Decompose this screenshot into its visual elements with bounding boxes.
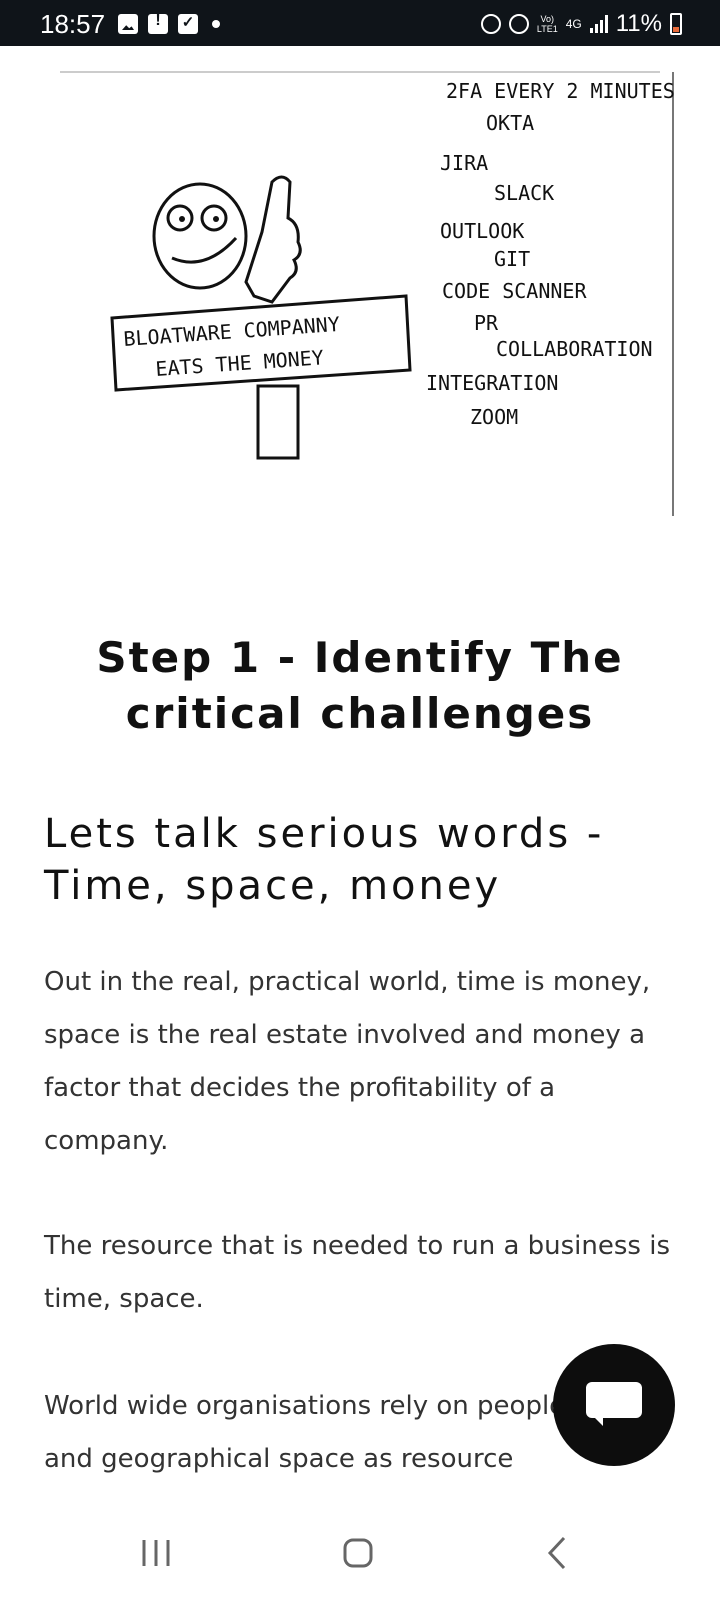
status-time: 18:57 [40,9,106,39]
tool-item: ZOOM [470,405,518,429]
signboard-drawing: BLOATWARE COMPANNY EATS THE MONEY [110,294,412,460]
recents-button[interactable] [128,1528,188,1578]
tool-item: GIT [494,247,530,271]
alarm-icon [508,14,529,34]
tool-item: COLLABORATION [496,337,653,361]
article-paragraph: The resource that is needed to run a bus… [44,1231,671,1314]
chat-button[interactable] [553,1344,675,1466]
home-icon [343,1538,373,1568]
tool-item: 2FA EVERY 2 MINUTES [446,79,675,103]
back-icon [547,1536,566,1570]
checkbox-icon [178,13,198,34]
article-subheading: Lets talk serious words - Time, space, m… [44,811,605,909]
gallery-icon [118,14,138,34]
status-bar: 18:57 Vo) LTE1 4G 11% [0,0,720,46]
bloatware-sketch: BLOATWARE COMPANNY EATS THE MONEY 2FA EV… [60,71,675,516]
tool-list-drawing: 2FA EVERY 2 MINUTES OKTA JIRA SLACK OUTL… [426,79,675,429]
battery-icon [670,13,682,35]
article-illustration: BLOATWARE COMPANNY EATS THE MONEY 2FA EV… [0,46,720,526]
volte-label: Vo) [540,14,555,24]
volte-indicator: Vo) LTE1 [537,14,558,34]
tool-item: OKTA [486,111,534,135]
notification-icons [118,12,220,34]
recents-icon [142,1540,170,1566]
home-button[interactable] [329,1528,389,1578]
thumbs-up-drawing [244,175,302,304]
chat-bubble-icon [586,1382,642,1418]
tool-item: CODE SCANNER [442,279,587,303]
chat-bubble-tail [593,1416,603,1426]
battery-percent: 11% [615,10,662,37]
tool-item: SLACK [494,181,554,205]
smiley-face-drawing [152,182,248,290]
article-paragraph: Out in the real, practical world, time i… [44,967,651,1156]
tool-item: PR [474,311,499,335]
system-icons: Vo) LTE1 4G 11% [480,10,682,38]
tool-item: INTEGRATION [426,371,558,395]
alert-icon [148,12,168,34]
tool-item: JIRA [440,151,488,175]
tool-item: OUTLOOK [440,219,524,243]
more-notifications-dot-icon [212,20,220,28]
signal-icon [589,15,608,33]
network-type: 4G [565,17,582,31]
sync-icon [480,14,501,34]
system-nav-bar [0,1508,720,1600]
step-heading: Step 1 - Identify The critical challenge… [96,633,624,738]
back-button[interactable] [530,1528,590,1578]
lte-label: LTE1 [536,24,558,34]
